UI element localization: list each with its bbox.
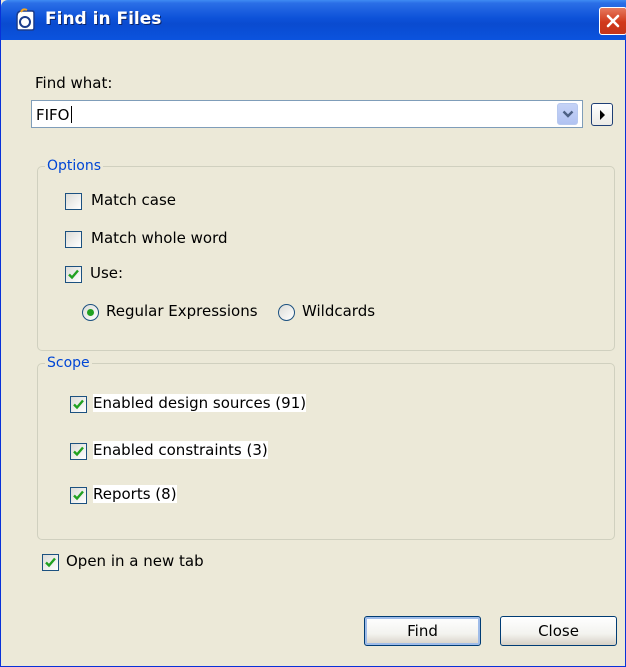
scope-constraints-checkbox[interactable]: [70, 443, 87, 460]
regex-helper-button[interactable]: [591, 103, 613, 126]
arrow-right-icon: [600, 110, 605, 120]
chevron-down-icon: [562, 110, 574, 118]
scope-design-sources-checkbox[interactable]: [70, 396, 87, 413]
radio-selected-dot: [87, 309, 94, 316]
match-whole-word-checkbox[interactable]: [65, 231, 82, 248]
options-group: Options: [37, 158, 615, 351]
regular-expressions-label: Regular Expressions: [106, 302, 258, 320]
title-bar[interactable]: Find in Files: [1, 0, 626, 40]
close-window-button[interactable]: [599, 7, 626, 35]
find-what-label: Find what:: [35, 74, 113, 92]
find-what-value: FIFO: [36, 106, 70, 124]
match-case-label: Match case: [91, 191, 177, 209]
find-in-files-dialog: Find in Files Find what: FIFO Options Ma…: [0, 0, 626, 667]
text-caret: [70, 106, 72, 123]
find-what-input[interactable]: FIFO: [31, 100, 583, 128]
checkmark-icon: [68, 269, 79, 280]
use-label: Use:: [90, 264, 124, 282]
regular-expressions-radio[interactable]: [82, 304, 99, 321]
find-history-dropdown-button[interactable]: [557, 103, 578, 125]
use-checkbox[interactable]: [65, 266, 82, 283]
scope-reports-checkbox[interactable]: [70, 487, 87, 504]
scope-reports-label: Reports (8): [93, 485, 177, 503]
match-case-checkbox[interactable]: [65, 193, 82, 210]
window-title: Find in Files: [45, 9, 162, 29]
wildcards-label: Wildcards: [302, 302, 376, 320]
close-button[interactable]: Close: [500, 616, 617, 646]
checkmark-icon: [73, 446, 84, 457]
scope-legend: Scope: [47, 355, 90, 371]
wildcards-radio[interactable]: [278, 304, 295, 321]
checkmark-icon: [73, 399, 84, 410]
find-button[interactable]: Find: [364, 616, 481, 646]
app-icon: [16, 8, 35, 31]
scope-design-sources-label: Enabled design sources (91): [93, 394, 307, 412]
options-legend: Options: [47, 158, 102, 174]
checkmark-icon: [45, 557, 56, 568]
match-whole-word-label: Match whole word: [91, 229, 228, 247]
open-in-new-tab-label: Open in a new tab: [66, 552, 204, 570]
open-in-new-tab-checkbox[interactable]: [42, 554, 59, 571]
scope-constraints-label: Enabled constraints (3): [93, 441, 268, 459]
close-icon: [606, 14, 620, 28]
checkmark-icon: [73, 490, 84, 501]
